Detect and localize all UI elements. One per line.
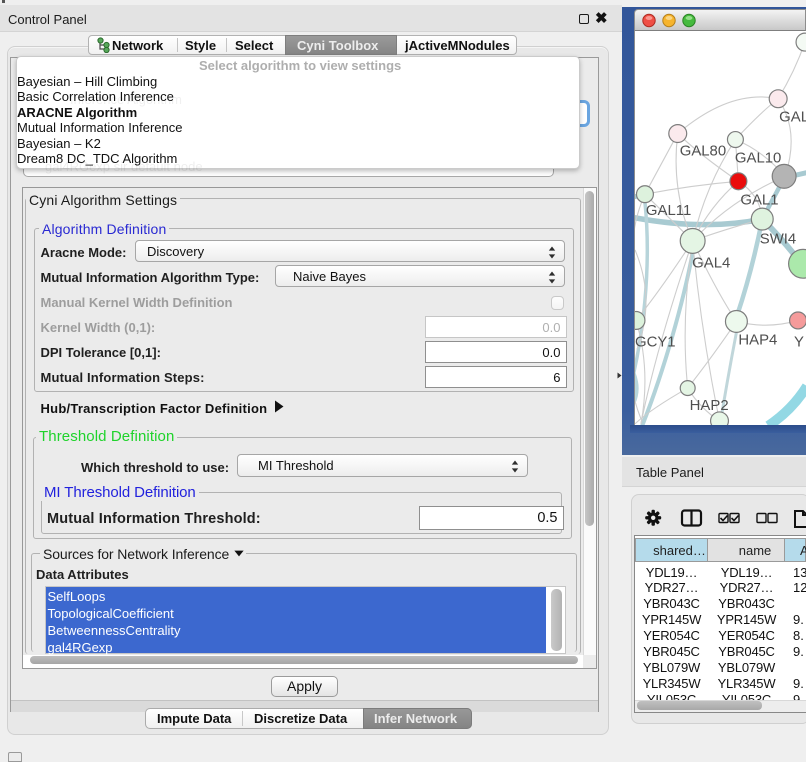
svg-text:GAL10: GAL10 [735,150,781,166]
svg-text:HAP4: HAP4 [738,332,777,348]
svg-text:GCY1: GCY1 [635,334,676,350]
svg-text:GAL1: GAL1 [740,193,778,209]
svg-text:GAL11: GAL11 [646,203,691,219]
svg-text:SWI4: SWI4 [760,231,796,247]
svg-text:GAL80: GAL80 [680,143,726,159]
svg-text:Y: Y [794,334,804,350]
svg-text:HAP2: HAP2 [690,398,729,414]
svg-text:GAL: GAL [779,110,806,126]
svg-text:GAL4: GAL4 [692,255,730,271]
